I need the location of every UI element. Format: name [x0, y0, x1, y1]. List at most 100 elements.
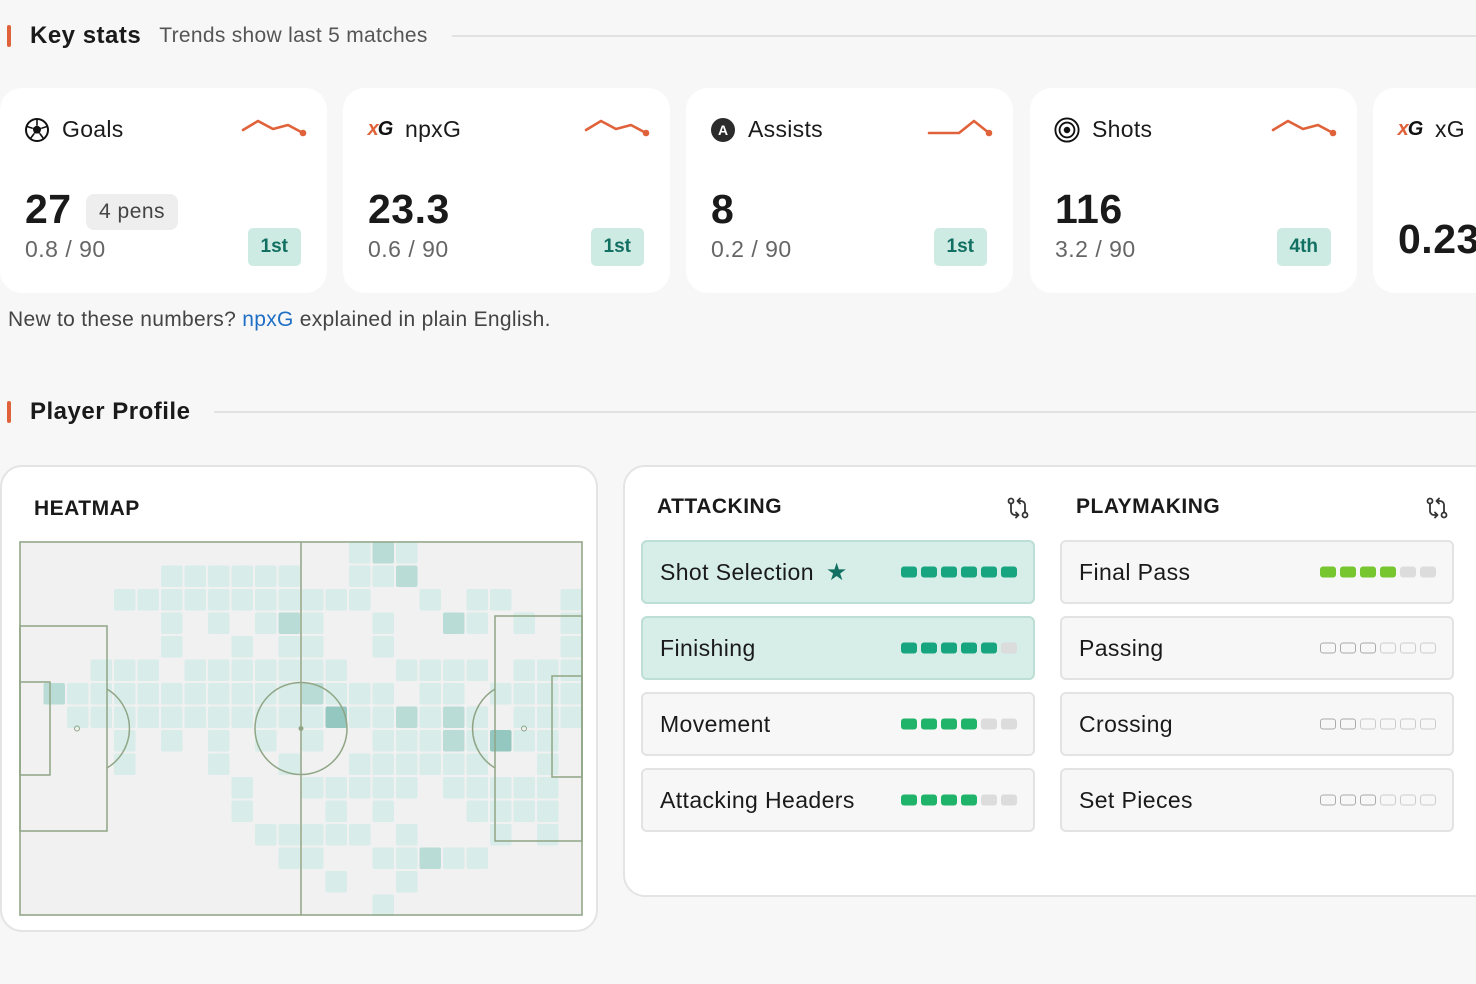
skill-row-passing[interactable]: Passing: [1060, 616, 1454, 680]
heat-cell: [325, 589, 347, 611]
rating-pip: [1360, 794, 1376, 806]
rating-pip: [901, 642, 917, 654]
stat-cards-row: Goals 27 4 pens 0.8 / 90 1st xG npxG 23.…: [0, 88, 1476, 293]
stat-label: xG: [1435, 116, 1465, 142]
heat-cell: [419, 706, 441, 728]
heat-cell: [372, 847, 394, 869]
rating-pip: [921, 566, 937, 578]
penalties-badge: 4 pens: [86, 194, 179, 230]
heat-cell: [43, 683, 65, 705]
heat-cell: [372, 777, 394, 799]
skill-row-final-pass[interactable]: Final Pass: [1060, 540, 1454, 604]
skill-rating: [1320, 566, 1436, 578]
rating-pip: [1340, 794, 1356, 806]
trend-end-dot: [642, 129, 650, 137]
stat-card-assists[interactable]: A Assists 8 0.2 / 90 1st: [686, 88, 1013, 293]
heat-cell: [208, 706, 230, 728]
heat-cell: [255, 683, 277, 705]
heat-cell: [419, 730, 441, 752]
stat-per90: 3.2 / 90: [1055, 236, 1136, 262]
attacking-head: ATTACKING: [657, 495, 1035, 523]
swap-compare-icon[interactable]: [1005, 495, 1031, 521]
explainer-prefix: New to these numbers?: [8, 308, 237, 331]
heat-cell: [302, 777, 324, 799]
heat-cell: [396, 824, 418, 846]
stat-card-xg[interactable]: xG xG 0.23: [1373, 88, 1476, 293]
rating-pip: [961, 794, 977, 806]
rating-pip: [901, 718, 917, 730]
skill-name: Finishing: [660, 634, 756, 661]
rating-pip: [941, 794, 957, 806]
trend-sparkline: [1271, 119, 1337, 137]
heat-cell: [513, 683, 535, 705]
skill-rating: [1320, 794, 1436, 806]
heat-cell: [90, 659, 112, 681]
trend-end-dot: [299, 129, 307, 137]
heat-cell: [513, 730, 535, 752]
skill-row-set-pieces[interactable]: Set Pieces: [1060, 768, 1454, 832]
heat-cell: [255, 565, 277, 587]
skill-name: Shot Selection: [660, 558, 814, 585]
heat-cell: [255, 612, 277, 634]
heat-cell: [278, 565, 300, 587]
heat-cell: [325, 824, 347, 846]
rating-pip: [1340, 718, 1356, 730]
heat-cell: [396, 753, 418, 775]
heat-cell: [560, 659, 582, 681]
heat-cell: [278, 706, 300, 728]
heat-cell: [537, 824, 559, 846]
player-profile-title: Player Profile: [30, 398, 191, 425]
skill-row-attacking-headers[interactable]: Attacking Headers: [641, 768, 1035, 832]
heat-cell: [90, 706, 112, 728]
heat-cell: [349, 706, 371, 728]
heat-cell: [161, 706, 183, 728]
rating-pip: [1400, 718, 1416, 730]
heat-cell: [372, 612, 394, 634]
skill-rating: [901, 642, 1017, 654]
rating-pip: [1320, 566, 1336, 578]
rating-pip: [1340, 566, 1356, 578]
heat-cell: [349, 753, 371, 775]
heat-cell: [560, 706, 582, 728]
stat-card-goals[interactable]: Goals 27 4 pens 0.8 / 90 1st: [0, 88, 327, 293]
skill-row-shot-selection[interactable]: Shot Selection ★: [641, 540, 1035, 604]
heat-cell: [419, 589, 441, 611]
heat-cell: [325, 683, 347, 705]
trend-sparkline: [584, 119, 650, 137]
rank-badge: 1st: [247, 228, 301, 266]
rating-pip: [901, 794, 917, 806]
heat-cell: [137, 589, 159, 611]
heat-cell: [161, 565, 183, 587]
stat-card-shots[interactable]: Shots 116 3.2 / 90 4th: [1030, 88, 1357, 293]
heat-cell: [231, 659, 253, 681]
heat-cell: [208, 659, 230, 681]
stat-value: 27: [25, 186, 72, 232]
swap-compare-icon[interactable]: [1424, 495, 1450, 521]
npxg-explainer-link[interactable]: npxG: [242, 308, 293, 331]
skill-row-movement[interactable]: Movement: [641, 692, 1035, 756]
rating-pip: [981, 566, 997, 578]
heat-cell: [208, 565, 230, 587]
heat-cell: [278, 847, 300, 869]
heat-cell: [90, 683, 112, 705]
trend-line: [1271, 119, 1335, 135]
heat-cell: [419, 659, 441, 681]
section-divider: [451, 35, 1476, 37]
heat-cell: [231, 777, 253, 799]
skill-row-crossing[interactable]: Crossing: [1060, 692, 1454, 756]
stat-card-npxg[interactable]: xG npxG 23.3 0.6 / 90 1st: [343, 88, 670, 293]
heat-cell: [278, 636, 300, 658]
heat-cell: [114, 589, 136, 611]
key-stats-header: Key stats Trends show last 5 matches: [0, 16, 1476, 56]
heat-cell: [396, 565, 418, 587]
skill-row-finishing[interactable]: Finishing: [641, 616, 1035, 680]
heat-cell: [372, 706, 394, 728]
heat-cell: [255, 730, 277, 752]
heat-cell: [231, 589, 253, 611]
stat-per90: 0.8 / 90: [25, 236, 106, 262]
heat-cell: [302, 824, 324, 846]
heat-cell: [231, 565, 253, 587]
rating-pip: [1420, 642, 1436, 654]
skill-name: Final Pass: [1079, 558, 1191, 585]
heat-cell: [443, 659, 465, 681]
